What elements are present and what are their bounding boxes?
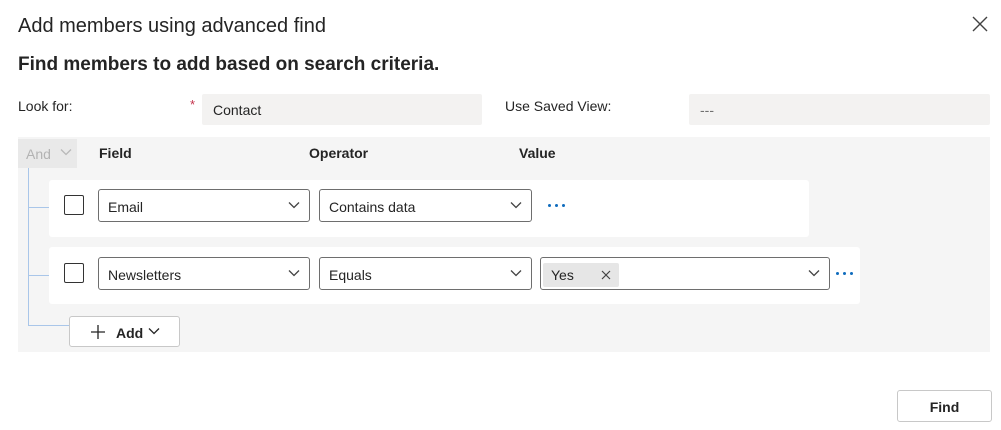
saved-view-field[interactable]: --- bbox=[689, 94, 990, 125]
add-condition-button[interactable]: Add bbox=[69, 316, 180, 347]
tree-connector bbox=[28, 325, 69, 326]
operator-column-header: Operator bbox=[309, 145, 369, 161]
more-icon[interactable] bbox=[546, 196, 568, 214]
field-dropdown[interactable]: Newsletters bbox=[98, 257, 310, 290]
row-select-checkbox[interactable] bbox=[64, 195, 84, 215]
field-dropdown-value: Email bbox=[108, 199, 144, 215]
look-for-field[interactable]: Contact bbox=[202, 94, 482, 125]
operator-dropdown-value: Contains data bbox=[329, 199, 416, 215]
required-marker: * bbox=[190, 97, 196, 112]
chevron-down-icon bbox=[148, 327, 160, 335]
group-operator-label: And bbox=[26, 146, 51, 162]
value-column-header: Value bbox=[519, 145, 556, 161]
value-tag: Yes bbox=[543, 263, 619, 287]
operator-dropdown[interactable]: Contains data bbox=[319, 189, 532, 222]
chevron-down-icon bbox=[510, 201, 522, 209]
plus-icon bbox=[90, 324, 106, 343]
value-tag-label: Yes bbox=[551, 267, 574, 283]
dialog-subtitle: Find members to add based on search crit… bbox=[18, 54, 440, 75]
close-icon bbox=[972, 16, 988, 32]
find-button[interactable]: Find bbox=[897, 390, 992, 422]
field-dropdown-value: Newsletters bbox=[108, 267, 182, 283]
tree-connector bbox=[28, 275, 49, 276]
chevron-down-icon bbox=[288, 201, 300, 209]
chevron-down-icon bbox=[510, 269, 522, 277]
more-icon[interactable] bbox=[834, 264, 856, 282]
chevron-down-icon bbox=[60, 148, 72, 156]
tree-connector bbox=[28, 168, 29, 326]
chevron-down-icon bbox=[288, 269, 300, 277]
dismiss-icon[interactable] bbox=[599, 268, 613, 282]
look-for-label: Look for: bbox=[18, 98, 73, 114]
chevron-down-icon bbox=[808, 269, 820, 277]
row-select-checkbox[interactable] bbox=[64, 263, 84, 283]
operator-dropdown[interactable]: Equals bbox=[319, 257, 532, 290]
group-operator-select[interactable]: And bbox=[18, 139, 77, 168]
tree-connector bbox=[28, 207, 49, 208]
saved-view-label: Use Saved View: bbox=[505, 98, 612, 114]
field-column-header: Field bbox=[99, 145, 132, 161]
operator-dropdown-value: Equals bbox=[329, 267, 372, 283]
add-button-label: Add bbox=[116, 325, 144, 341]
dialog-title: Add members using advanced find bbox=[18, 15, 326, 37]
close-button[interactable] bbox=[968, 12, 992, 36]
field-dropdown[interactable]: Email bbox=[98, 189, 310, 222]
